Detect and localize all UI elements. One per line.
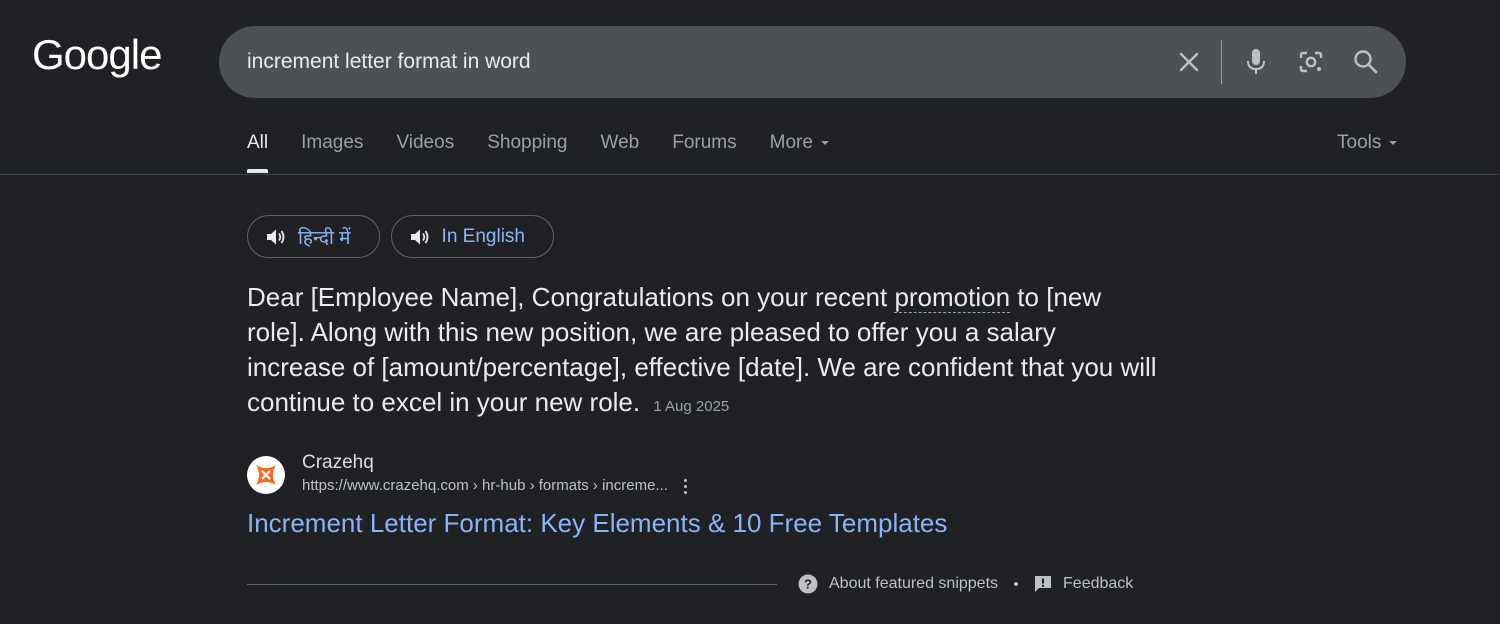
- search-icon[interactable]: [1352, 48, 1380, 76]
- feedback-label: Feedback: [1063, 575, 1134, 592]
- tab-images[interactable]: Images: [301, 132, 363, 173]
- featured-snippet-text: Dear [Employee Name], Congratulations on…: [247, 280, 1157, 424]
- site-favicon: [247, 456, 285, 494]
- tab-videos[interactable]: Videos: [396, 132, 454, 173]
- listen-english-button[interactable]: In English: [390, 215, 554, 258]
- about-featured-snippets-label: About featured snippets: [829, 575, 999, 592]
- snippet-highlight-word[interactable]: promotion: [894, 282, 1011, 313]
- camera-lens-icon[interactable]: [1297, 48, 1325, 76]
- feedback-link[interactable]: Feedback: [1034, 575, 1133, 593]
- source-text: Crazehq https://www.crazehq.com › hr-hub…: [302, 452, 687, 498]
- chevron-down-icon: [1389, 140, 1398, 145]
- snippet-text-before: Dear [Employee Name], Congratulations on…: [247, 282, 895, 312]
- tab-all[interactable]: All: [247, 132, 269, 173]
- close-icon[interactable]: [1175, 48, 1203, 76]
- listen-chips: हिन्दी में In English: [247, 215, 554, 258]
- source-name: Crazehq: [302, 452, 374, 473]
- search-tabs: All Images Videos Shopping Web Forums Mo…: [247, 132, 862, 173]
- tab-shopping[interactable]: Shopping: [487, 132, 567, 173]
- footer-divider: [247, 584, 777, 585]
- more-options-icon[interactable]: [683, 478, 687, 494]
- search-divider: [1221, 40, 1222, 84]
- search-box[interactable]: [219, 26, 1406, 98]
- feedback-icon: [1035, 576, 1052, 592]
- svg-text:?: ?: [804, 577, 812, 592]
- google-logo[interactable]: Google: [32, 34, 162, 76]
- crazehq-logo-icon: [256, 465, 276, 485]
- tab-web[interactable]: Web: [601, 132, 640, 173]
- listen-hindi-button[interactable]: हिन्दी में: [247, 215, 380, 258]
- result-source[interactable]: Crazehq https://www.crazehq.com › hr-hub…: [247, 452, 687, 498]
- listen-english-label: In English: [441, 225, 525, 247]
- listen-hindi-label: हिन्दी में: [298, 227, 351, 249]
- about-featured-snippets-link[interactable]: ? About featured snippets: [798, 574, 998, 594]
- search-input[interactable]: [247, 26, 1127, 98]
- result-title-link[interactable]: Increment Letter Format: Key Elements & …: [247, 508, 947, 539]
- speaker-icon: [267, 229, 285, 244]
- tab-forums[interactable]: Forums: [672, 132, 736, 173]
- tab-more-label: More: [769, 132, 813, 153]
- footer-separator: [1014, 582, 1019, 586]
- snippet-date: 1 Aug 2025: [653, 398, 730, 415]
- microphone-icon[interactable]: [1242, 48, 1270, 76]
- source-url-text: https://www.crazehq.com › hr-hub › forma…: [302, 477, 668, 494]
- help-icon: ?: [798, 574, 818, 594]
- header: Google increment letter format in word A…: [0, 0, 1500, 175]
- snippet-footer: ? About featured snippets Feedback: [798, 574, 1133, 594]
- speaker-icon: [410, 229, 428, 244]
- tools-button[interactable]: Tools: [1337, 132, 1398, 154]
- chevron-down-icon: [820, 140, 829, 145]
- source-url: https://www.crazehq.com › hr-hub › forma…: [302, 474, 687, 498]
- tab-more[interactable]: More: [770, 132, 829, 173]
- tools-label: Tools: [1337, 132, 1382, 153]
